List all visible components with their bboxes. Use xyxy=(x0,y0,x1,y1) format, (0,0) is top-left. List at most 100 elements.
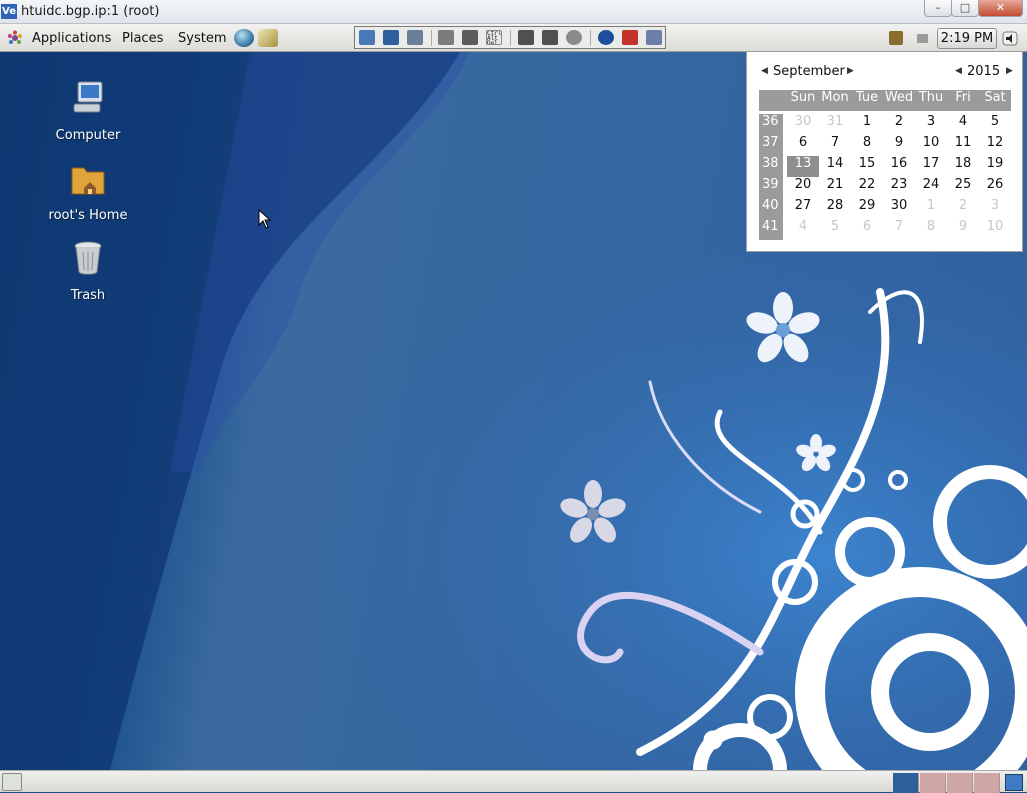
maximize-button[interactable]: □ xyxy=(951,0,979,17)
desktop-icon-label: root's Home xyxy=(48,208,128,223)
calendar-weekday: Sun xyxy=(790,90,816,105)
calendar-day[interactable]: 7 xyxy=(883,219,915,240)
mouse-pointer-icon xyxy=(258,209,272,229)
options-icon[interactable] xyxy=(359,30,375,45)
calendar-day[interactable]: 15 xyxy=(851,156,883,177)
calendar-week-number: 38 xyxy=(759,156,783,177)
calendar-weekday: Tue xyxy=(855,90,879,105)
gnome-foot-icon[interactable] xyxy=(7,30,23,46)
notification-tray-icon[interactable] xyxy=(889,31,903,45)
disconnect-icon[interactable] xyxy=(622,30,638,45)
mail-client-icon[interactable] xyxy=(258,29,278,47)
info-icon[interactable] xyxy=(598,30,614,45)
desktop-icon-home[interactable]: root's Home xyxy=(38,158,138,223)
calendar-week-number: 37 xyxy=(759,135,783,156)
receive-file-icon[interactable] xyxy=(542,30,558,45)
calendar-day[interactable]: 24 xyxy=(915,177,947,198)
calendar-day[interactable]: 6 xyxy=(851,219,883,240)
calendar-day[interactable]: 31 xyxy=(819,114,851,135)
calendar-day[interactable]: 6 xyxy=(787,135,819,156)
trash-applet-icon[interactable] xyxy=(1005,774,1023,791)
calendar-day[interactable]: 5 xyxy=(979,114,1011,135)
calendar-day[interactable]: 23 xyxy=(883,177,915,198)
system-menu[interactable]: System xyxy=(178,31,226,46)
settings-icon[interactable] xyxy=(438,30,454,45)
calendar-year: 2015 xyxy=(967,64,1001,79)
top-panel: Applications Places System Ctrl Alt Del … xyxy=(0,24,1027,52)
applications-menu[interactable]: Applications xyxy=(32,31,111,46)
prev-year-arrow-icon[interactable]: ◀ xyxy=(955,66,962,76)
calendar-day[interactable]: 7 xyxy=(819,135,851,156)
calendar-day[interactable]: 1 xyxy=(851,114,883,135)
calendar-day[interactable]: 10 xyxy=(979,219,1011,240)
bottom-panel xyxy=(0,770,1027,793)
web-browser-icon[interactable] xyxy=(234,29,254,47)
volume-icon[interactable] xyxy=(1001,30,1019,47)
calendar-day[interactable]: 4 xyxy=(787,219,819,240)
calendar-week-number: 36 xyxy=(759,114,783,135)
calendar-weekday: Sat xyxy=(984,90,1006,105)
clock[interactable]: 2:19 PM xyxy=(937,28,997,49)
calendar-day[interactable]: 2 xyxy=(947,198,979,219)
calendar-day[interactable]: 4 xyxy=(947,114,979,135)
calendar-popup: ◀ September ▶ ◀ 2015 ▶ Sun Mon Tue Wed Thu Fr… xyxy=(746,52,1023,252)
calendar-weekday-row: Sun Mon Tue Wed Thu Fri Sat xyxy=(759,90,1011,111)
workspace-4[interactable] xyxy=(974,773,1000,793)
workspace-2[interactable] xyxy=(920,773,946,793)
calendar-day[interactable]: 12 xyxy=(979,135,1011,156)
calendar-day[interactable]: 19 xyxy=(979,156,1011,177)
desktop-icon-trash[interactable]: Trash xyxy=(38,238,138,303)
next-year-arrow-icon[interactable]: ▶ xyxy=(1006,66,1013,76)
calendar-day[interactable]: 18 xyxy=(947,156,979,177)
calendar-day[interactable]: 2 xyxy=(883,114,915,135)
calendar-day[interactable]: 17 xyxy=(915,156,947,177)
toolbar-separator xyxy=(590,30,591,46)
calendar-weekday: Mon xyxy=(821,90,849,105)
next-month-arrow-icon[interactable]: ▶ xyxy=(847,66,854,76)
calendar-day[interactable]: 29 xyxy=(851,198,883,219)
desktop-icon-label: Computer xyxy=(55,128,121,143)
workspace-1[interactable] xyxy=(893,773,919,793)
prev-month-arrow-icon[interactable]: ◀ xyxy=(761,66,768,76)
calendar-day[interactable]: 20 xyxy=(787,177,819,198)
calendar-day[interactable]: 26 xyxy=(979,177,1011,198)
places-menu[interactable]: Places xyxy=(122,31,163,46)
calendar-day[interactable]: 8 xyxy=(851,135,883,156)
calendar-day[interactable]: 10 xyxy=(915,135,947,156)
network-tray-icon[interactable] xyxy=(917,34,928,43)
calendar-day[interactable]: 27 xyxy=(787,198,819,219)
calendar-day[interactable]: 14 xyxy=(819,156,851,177)
calendar-day[interactable]: 16 xyxy=(883,156,915,177)
calendar-day[interactable]: 28 xyxy=(819,198,851,219)
close-conn-icon[interactable] xyxy=(407,30,423,45)
calendar-today[interactable]: 13 xyxy=(787,156,819,177)
calendar-day[interactable]: 3 xyxy=(915,114,947,135)
ctrl-alt-del-icon[interactable]: Ctrl Alt Del xyxy=(486,30,502,45)
calendar-day[interactable]: 5 xyxy=(819,219,851,240)
calendar-weekday: Fri xyxy=(955,90,971,105)
calendar-day[interactable]: 22 xyxy=(851,177,883,198)
send-file-icon[interactable] xyxy=(518,30,534,45)
show-desktop-icon[interactable] xyxy=(2,773,22,791)
chat-icon[interactable] xyxy=(566,30,582,45)
desktop-icon-computer[interactable]: Computer xyxy=(38,78,138,143)
fullscreen-icon[interactable] xyxy=(462,30,478,45)
calendar-day[interactable]: 30 xyxy=(787,114,819,135)
calendar-day[interactable]: 21 xyxy=(819,177,851,198)
calendar-day[interactable]: 9 xyxy=(947,219,979,240)
calendar-day[interactable]: 8 xyxy=(915,219,947,240)
calendar-day[interactable]: 1 xyxy=(915,198,947,219)
calendar-day[interactable]: 30 xyxy=(883,198,915,219)
vnc-viewer-app-icon: Ve xyxy=(1,4,17,19)
calendar-day[interactable]: 11 xyxy=(947,135,979,156)
close-button[interactable]: ✕ xyxy=(978,0,1023,17)
save-icon[interactable] xyxy=(383,30,399,45)
computer-icon xyxy=(73,81,103,113)
minimize-button[interactable]: – xyxy=(924,0,952,17)
calendar-week-row: 38 13 14 15 16 17 18 19 xyxy=(759,156,1011,177)
windows-icon[interactable] xyxy=(646,30,662,45)
calendar-day[interactable]: 9 xyxy=(883,135,915,156)
workspace-3[interactable] xyxy=(947,773,973,793)
calendar-day[interactable]: 3 xyxy=(979,198,1011,219)
calendar-day[interactable]: 25 xyxy=(947,177,979,198)
